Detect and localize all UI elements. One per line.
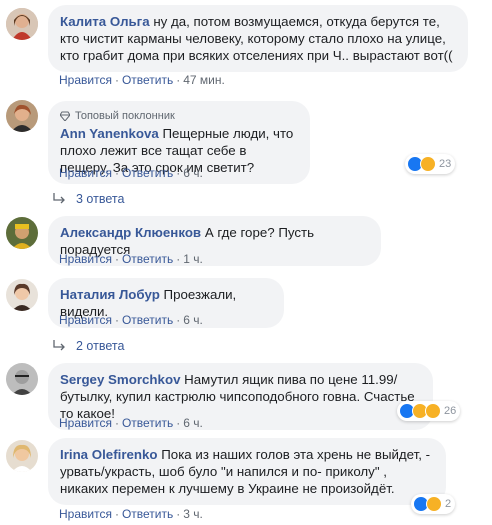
reply-arrow-icon [53,193,65,204]
separator: · [176,507,181,521]
separator: · [176,73,181,87]
view-replies-link[interactable]: 3 ответа [52,191,124,207]
haha-reaction-icon [420,156,436,172]
comment-author[interactable]: Александр Клюенков [60,225,201,240]
separator: · [176,252,181,266]
top-fan-badge: Топовый поклонник [60,109,298,123]
timestamp[interactable]: 47 мин. [183,73,225,87]
comment-actions: Нравится · Ответить · 3 ч. [59,507,203,521]
avatar[interactable] [6,363,38,395]
like-link[interactable]: Нравится [59,73,112,87]
avatar[interactable] [6,8,38,40]
avatar[interactable] [6,279,38,311]
comment-actions: Нравится · Ответить · 47 мин. [59,73,225,87]
reply-link[interactable]: Ответить [122,166,173,180]
separator: · [114,252,119,266]
comment-author[interactable]: Sergey Smorchkov [60,372,180,387]
badge-label: Топовый поклонник [75,110,175,122]
replies-count[interactable]: 3 ответа [76,191,124,207]
separator: · [114,73,119,87]
separator: · [114,313,119,327]
wow-reaction-icon [425,403,441,419]
separator: · [176,416,181,430]
avatar[interactable] [6,217,38,249]
reply-arrow-icon [53,340,65,351]
sad-reaction-icon [426,496,442,512]
avatar[interactable] [6,100,38,132]
comment-actions: Нравится · Ответить · 6 ч. [59,416,203,430]
reactions-summary[interactable]: 2 [411,494,456,514]
like-link[interactable]: Нравится [59,507,112,521]
separator: · [114,507,119,521]
reactions-summary[interactable]: 26 [397,401,461,421]
reply-link[interactable]: Ответить [122,416,173,430]
timestamp[interactable]: 3 ч. [183,507,203,521]
reply-link[interactable]: Ответить [122,313,173,327]
reaction-count: 26 [444,405,457,417]
comment-author[interactable]: Наталия Лобур [60,287,160,302]
reaction-count: 2 [445,498,452,510]
comment-actions: Нравится · Ответить · 6 ч. [59,313,203,327]
separator: · [114,166,119,180]
reactions-summary[interactable]: 23 [405,154,456,174]
like-link[interactable]: Нравится [59,416,112,430]
like-link[interactable]: Нравится [59,166,112,180]
separator: · [114,416,119,430]
view-replies-link[interactable]: 2 ответа [52,338,124,354]
comment-actions: Нравится · Ответить · 1 ч. [59,252,203,266]
avatar[interactable] [6,440,38,472]
reply-link[interactable]: Ответить [122,507,173,521]
comment-author[interactable]: Irina Olefirenko [60,447,158,462]
timestamp[interactable]: 6 ч. [183,416,203,430]
separator: · [176,166,181,180]
timestamp[interactable]: 6 ч. [183,313,203,327]
timestamp[interactable]: 1 ч. [183,252,203,266]
comment-author[interactable]: Ann Yanenkova [60,126,159,141]
separator: · [176,313,181,327]
reply-link[interactable]: Ответить [122,252,173,266]
like-link[interactable]: Нравится [59,313,112,327]
reaction-count: 23 [439,158,452,170]
diamond-icon [60,111,70,121]
comment-bubble: Irina Olefirenko Пока из наших голов эта… [48,438,446,505]
reply-link[interactable]: Ответить [122,73,173,87]
like-link[interactable]: Нравится [59,252,112,266]
replies-count[interactable]: 2 ответа [76,338,124,354]
comment-author[interactable]: Калита Ольга [60,14,150,29]
comment-actions: Нравится · Ответить · 6 ч. [59,166,203,180]
timestamp[interactable]: 6 ч. [183,166,203,180]
comment-bubble: Калита Ольга ну да, потом возмущаемся, о… [48,5,468,72]
